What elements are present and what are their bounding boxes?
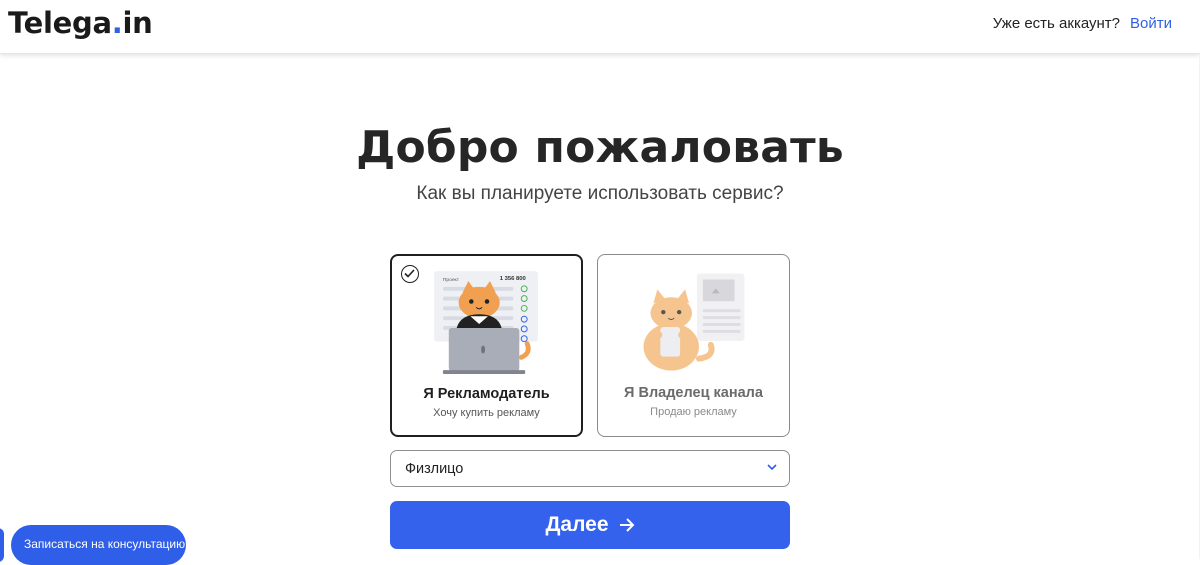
channel-owner-title: Я Владелец канала (624, 385, 763, 401)
entity-type-select[interactable]: Физлицо (390, 450, 790, 487)
table-value: 1 356 800 (500, 276, 527, 282)
arrow-right-icon (619, 518, 634, 532)
logo-suffix: in (122, 6, 153, 40)
role-card-channel-owner[interactable]: Я Владелец канала Продаю рекламу (597, 254, 790, 437)
advertiser-title: Я Рекламодатель (423, 386, 550, 402)
advertiser-subtitle: Хочу купить рекламу (433, 407, 540, 419)
page-title: Добро пожаловать (356, 122, 844, 173)
next-button[interactable]: Далее (390, 501, 790, 549)
login-link[interactable]: Войти (1130, 15, 1172, 32)
table-label: Проект (443, 277, 460, 283)
chevron-down-icon (767, 464, 777, 471)
account-prompt: Уже есть аккаунт? Войти (993, 15, 1172, 32)
side-widget-edge[interactable] (0, 528, 4, 562)
consultation-label: Записаться на консультацию (24, 537, 186, 551)
role-card-advertiser[interactable]: Проект 1 356 800 Я Рекламодатель Хочу ку… (390, 254, 583, 437)
entity-type-value: Физлицо (405, 461, 464, 477)
advertiser-illustration: Проект 1 356 800 (434, 271, 538, 374)
logo-text: Telega (8, 6, 112, 40)
top-header: Telega.in Уже есть аккаунт? Войти (0, 0, 1200, 54)
account-question: Уже есть аккаунт? (992, 15, 1121, 32)
logo-dot: . (111, 6, 123, 40)
page-subtitle: Как вы планируете использовать сервис? (416, 183, 784, 204)
channel-owner-subtitle: Продаю рекламу (650, 406, 737, 418)
consultation-button[interactable]: Записаться на консультацию (11, 525, 186, 565)
channel-owner-illustration (643, 273, 745, 371)
logo[interactable]: Telega.in (8, 6, 153, 40)
next-button-label: Далее (545, 513, 609, 536)
